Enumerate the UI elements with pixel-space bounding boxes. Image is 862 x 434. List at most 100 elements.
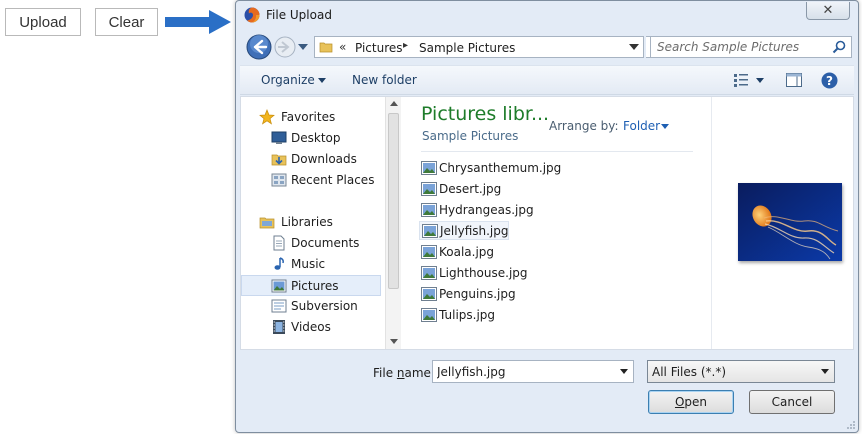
chevron-down-icon[interactable]	[318, 78, 326, 83]
file-name-input[interactable]	[433, 361, 613, 382]
preview-pane	[711, 97, 853, 349]
upload-button[interactable]: Upload	[5, 8, 81, 36]
change-view-icon[interactable]	[734, 74, 748, 87]
search-icon[interactable]	[832, 40, 846, 54]
back-button[interactable]	[246, 34, 272, 60]
file-item-lighthouse[interactable]: Lighthouse.jpg	[419, 264, 528, 283]
file-item-hydrangeas[interactable]: Hydrangeas.jpg	[419, 201, 534, 220]
search-box[interactable]	[650, 36, 852, 58]
nav-item-desktop[interactable]: Desktop	[241, 128, 381, 149]
file-name: Hydrangeas.jpg	[439, 203, 534, 217]
nav-item-recent-places[interactable]: Recent Places	[241, 170, 381, 191]
nav-label: Favorites	[281, 110, 336, 124]
file-name-label: File name:	[373, 366, 435, 380]
file-item-tulips[interactable]: Tulips.jpg	[419, 306, 497, 325]
command-toolbar: Organize New folder ?	[240, 65, 854, 95]
nav-item-pictures[interactable]: Pictures	[241, 275, 381, 296]
file-name: Jellyfish.jpg	[440, 224, 509, 238]
nav-item-libraries[interactable]: Libraries	[241, 212, 381, 233]
image-file-icon	[421, 308, 437, 322]
clear-button[interactable]: Clear	[95, 8, 158, 36]
label-accelerator: O	[674, 395, 685, 409]
image-file-icon	[421, 266, 437, 280]
image-file-icon	[421, 245, 437, 259]
library-subtitle: Sample Pictures	[422, 129, 519, 143]
file-name: Koala.jpg	[439, 245, 495, 259]
chevron-down-icon[interactable]	[756, 78, 764, 83]
breadcrumb-arrow-icon[interactable]: ▸	[403, 40, 408, 51]
organize-button[interactable]: Organize	[261, 73, 315, 87]
nav-item-videos[interactable]: Videos	[241, 317, 381, 338]
label-accelerator: n	[396, 366, 405, 380]
close-button[interactable]: ✕	[806, 2, 850, 20]
arrange-by-label: Arrange by:	[549, 119, 619, 133]
resize-grip-icon[interactable]	[846, 420, 856, 430]
nav-label: Videos	[291, 320, 331, 334]
title-bar[interactable]: File Upload ✕	[236, 1, 858, 31]
nav-label: Pictures	[291, 279, 339, 293]
star-icon	[259, 109, 275, 125]
nav-label: Documents	[291, 236, 360, 250]
nav-item-downloads[interactable]: Downloads	[241, 149, 381, 170]
scroll-up-icon[interactable]	[390, 101, 398, 106]
file-name-combobox[interactable]	[432, 360, 634, 383]
address-bar[interactable]: « Pictures ▸ Sample Pictures	[314, 36, 644, 58]
new-folder-button[interactable]: New folder	[352, 73, 417, 87]
music-icon	[274, 257, 284, 270]
scrollbar-thumb[interactable]	[388, 113, 399, 289]
file-name: Chrysanthemum.jpg	[439, 161, 562, 175]
chevron-down-icon[interactable]	[661, 124, 669, 129]
search-input[interactable]	[651, 37, 827, 57]
file-item-chrysanthemum[interactable]: Chrysanthemum.jpg	[419, 159, 561, 178]
label-part: File	[373, 366, 397, 380]
file-list-pane: Pictures libr... Sample Pictures Arrange…	[403, 97, 713, 349]
nav-item-documents[interactable]: Documents	[241, 233, 381, 254]
divider	[421, 151, 693, 152]
cancel-button[interactable]: Cancel	[749, 390, 835, 414]
label-part: ame:	[404, 366, 435, 380]
content-area: Favorites Desktop Downloads Recent Place…	[240, 96, 854, 350]
file-name: Lighthouse.jpg	[439, 266, 528, 280]
file-item-desert[interactable]: Desert.jpg	[419, 180, 501, 199]
preview-pane-icon[interactable]	[786, 73, 802, 87]
open-button[interactable]: Open	[648, 390, 734, 414]
nav-item-subversion[interactable]: Subversion	[241, 296, 381, 317]
forward-button[interactable]	[274, 36, 296, 58]
chevron-down-icon[interactable]	[620, 369, 628, 374]
right-arrow-icon	[165, 10, 231, 34]
jellyfish-preview-image	[738, 183, 842, 261]
scroll-down-icon[interactable]	[390, 339, 398, 344]
arrange-by-dropdown[interactable]: Folder	[623, 119, 660, 133]
pictures-icon	[271, 279, 287, 293]
image-file-icon	[421, 203, 437, 217]
close-icon: ✕	[822, 3, 834, 18]
folder-icon	[319, 42, 333, 53]
address-overflow-chevron[interactable]: «	[339, 40, 346, 54]
history-dropdown-icon[interactable]	[298, 44, 308, 50]
nav-label: Libraries	[281, 215, 333, 229]
file-item-penguins[interactable]: Penguins.jpg	[419, 285, 516, 304]
image-file-icon	[421, 161, 437, 175]
file-upload-dialog: File Upload ✕ « Pictures ▸ Sample Pictur…	[235, 0, 859, 433]
chevron-down-icon[interactable]	[821, 369, 829, 374]
breadcrumb-sample-pictures[interactable]: Sample Pictures	[419, 41, 515, 55]
file-item-koala[interactable]: Koala.jpg	[419, 243, 495, 262]
nav-label: Subversion	[291, 299, 358, 313]
file-item-jellyfish[interactable]: Jellyfish.jpg	[419, 221, 509, 240]
nav-item-music[interactable]: Music	[241, 254, 381, 275]
chevron-down-icon[interactable]	[629, 43, 639, 51]
videos-icon	[273, 320, 285, 334]
library-title: Pictures libr...	[421, 103, 550, 125]
file-name: Penguins.jpg	[439, 287, 516, 301]
nav-label: Downloads	[291, 152, 357, 166]
documents-icon	[273, 235, 285, 251]
help-icon[interactable]: ?	[821, 72, 838, 89]
nav-label: Recent Places	[291, 173, 375, 187]
desktop-icon	[271, 131, 287, 144]
breadcrumb-pictures[interactable]: Pictures	[355, 41, 403, 55]
nav-scrollbar[interactable]	[385, 97, 401, 349]
nav-label: Desktop	[291, 131, 341, 145]
nav-item-favorites[interactable]: Favorites	[241, 107, 381, 128]
file-type-select[interactable]: All Files (*.*)	[647, 360, 835, 383]
firefox-icon	[244, 7, 260, 23]
